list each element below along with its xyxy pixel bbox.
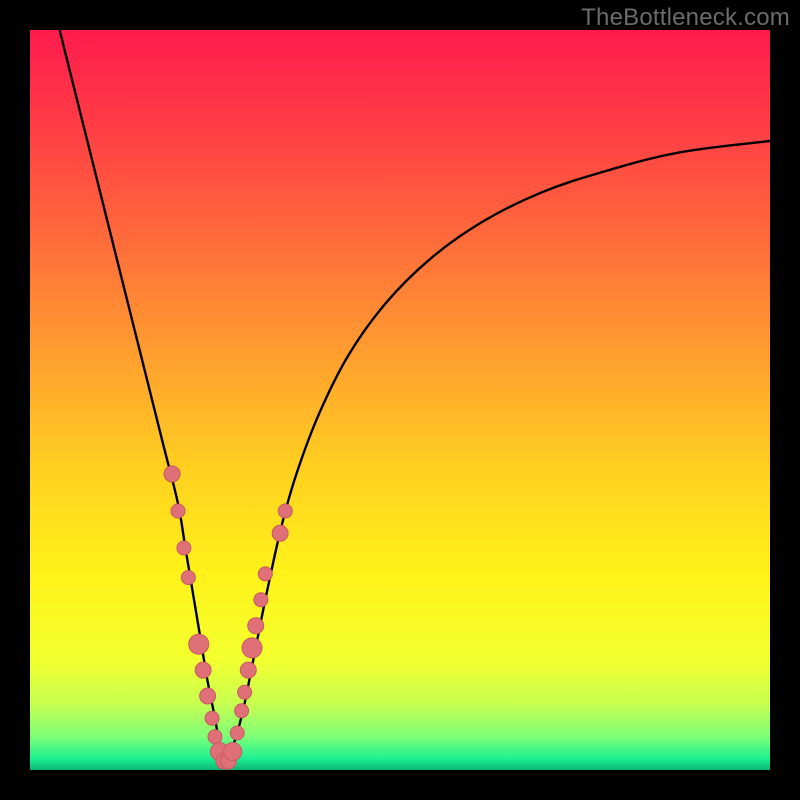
data-point (195, 662, 211, 678)
curve-layer (30, 30, 770, 770)
data-point (235, 704, 249, 718)
curve-left-branch (60, 30, 227, 766)
data-point (181, 571, 195, 585)
data-point (230, 726, 244, 740)
data-point (278, 504, 292, 518)
data-point (224, 743, 242, 761)
curve-right-branch (226, 141, 770, 766)
data-point (258, 567, 272, 581)
watermark-text: TheBottleneck.com (581, 4, 790, 32)
data-point-cluster (164, 466, 292, 769)
plot-area (30, 30, 770, 770)
data-point (200, 688, 216, 704)
data-point (171, 504, 185, 518)
chart-frame: TheBottleneck.com (0, 0, 800, 800)
data-point (177, 541, 191, 555)
data-point (189, 634, 209, 654)
data-point (164, 466, 180, 482)
data-point (205, 711, 219, 725)
data-point (242, 638, 262, 658)
data-point (248, 618, 264, 634)
data-point (272, 525, 288, 541)
data-point (240, 662, 256, 678)
data-point (238, 685, 252, 699)
data-point (208, 730, 222, 744)
data-point (254, 593, 268, 607)
